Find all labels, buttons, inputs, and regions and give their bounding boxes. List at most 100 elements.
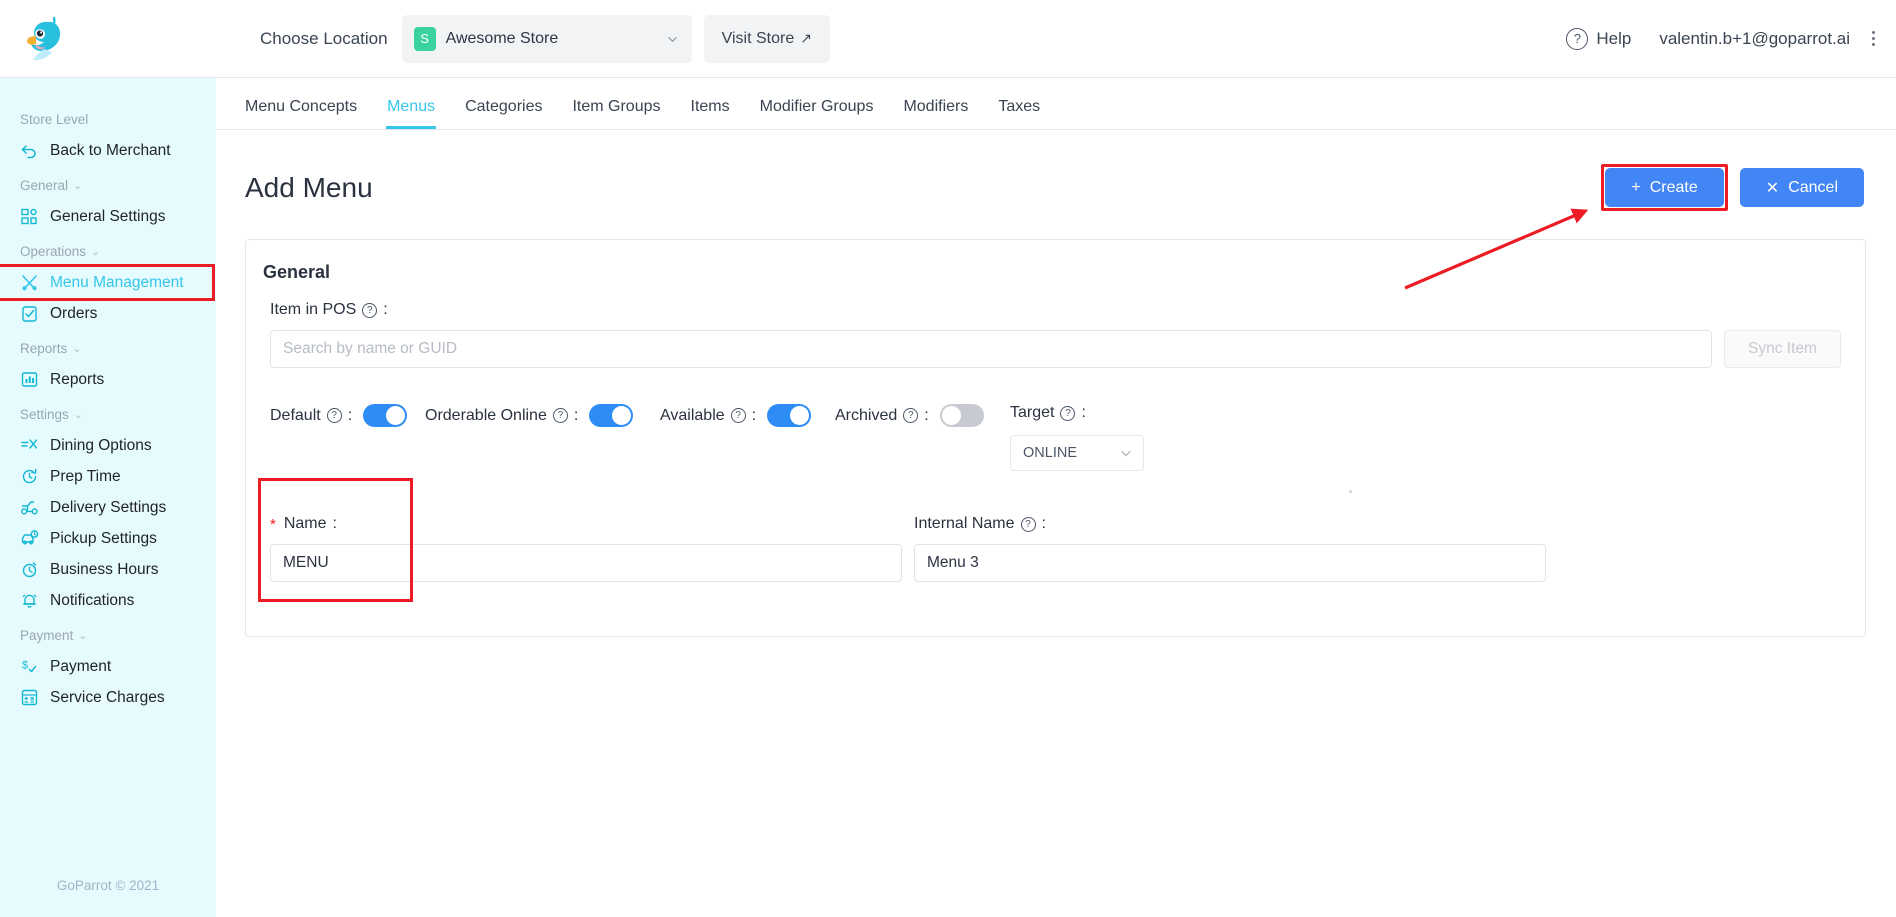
question-circle-icon[interactable]: ?: [903, 408, 919, 423]
sidebar-group-label: Store Level: [20, 112, 89, 127]
sidebar-group-reports[interactable]: Reports ⌄: [0, 341, 216, 356]
decorative-dot: [1349, 490, 1352, 493]
sidebar-item-business-hours[interactable]: Business Hours: [0, 554, 216, 585]
question-circle-icon[interactable]: ?: [1020, 516, 1036, 532]
label-colon: :: [573, 406, 579, 424]
sidebar-group-label: Payment: [20, 628, 74, 643]
name-label: Name: [283, 515, 327, 532]
name-label-group: * Name :: [270, 515, 902, 533]
tab-modifiers[interactable]: Modifiers: [888, 98, 983, 129]
grid-squares-icon: [20, 207, 39, 226]
app-root: Choose Location S Awesome Store Visit St…: [0, 0, 1896, 917]
scooter-icon: [20, 498, 39, 517]
sidebar-footer-copyright: GoParrot © 2021: [56, 878, 160, 893]
question-circle-icon[interactable]: ?: [730, 408, 746, 423]
parrot-logo-icon: [27, 16, 61, 60]
chevron-down-icon: ⌄: [78, 630, 88, 642]
internal-name-field-group: Internal Name ? :: [914, 515, 1546, 582]
clipboard-check-icon: [20, 304, 39, 323]
sidebar-item-label: Notifications: [50, 591, 135, 609]
chevron-down-icon: ⌄: [72, 343, 82, 355]
logo-area[interactable]: [0, 0, 260, 78]
tab-categories[interactable]: Categories: [450, 98, 557, 129]
sidebar-item-label: Prep Time: [50, 467, 121, 485]
required-asterisk-icon: *: [270, 515, 276, 533]
sidebar-item-label: Payment: [50, 657, 112, 675]
form-section-title: General: [263, 262, 331, 282]
back-arrow-icon: [20, 141, 39, 160]
sidebar-item-payment[interactable]: $ Payment: [0, 651, 216, 682]
question-circle-icon[interactable]: ?: [1060, 405, 1076, 421]
selected-store-name: Awesome Store: [445, 29, 559, 47]
chevron-down-icon: ⌄: [73, 180, 83, 192]
sidebar-item-dining-options[interactable]: Dining Options: [0, 430, 216, 461]
user-email[interactable]: valentin.b+1@goparrot.ai: [1659, 29, 1850, 49]
sidebar-item-pickup-settings[interactable]: Pickup Settings: [0, 523, 216, 554]
sidebar-item-label: Orders: [50, 304, 98, 322]
name-input[interactable]: [270, 544, 902, 582]
sidebar-item-label: Business Hours: [50, 560, 159, 578]
chevron-down-icon: ⌄: [73, 409, 83, 421]
question-circle-icon[interactable]: ?: [552, 408, 568, 423]
sidebar-group-payment[interactable]: Payment ⌄: [0, 628, 216, 643]
target-select[interactable]: ONLINE: [1010, 435, 1144, 471]
label-colon: :: [347, 406, 353, 424]
choose-location-label: Choose Location: [260, 28, 388, 48]
default-toggle[interactable]: [363, 404, 408, 427]
tab-menus[interactable]: Menus: [372, 98, 450, 129]
sidebar-item-delivery-settings[interactable]: Delivery Settings: [0, 492, 216, 523]
internal-name-input[interactable]: [914, 544, 1546, 582]
orderable-online-label: Orderable Online: [425, 406, 547, 424]
top-header: Choose Location S Awesome Store Visit St…: [0, 0, 1896, 78]
page-header: Add Menu + Create ✕ Cancel: [216, 130, 1896, 211]
item-in-pos-label-group: Item in POS ? :: [270, 301, 1841, 319]
pos-search-input[interactable]: [270, 330, 1712, 368]
create-button[interactable]: + Create: [1605, 168, 1724, 207]
tab-modifier-groups[interactable]: Modifier Groups: [745, 98, 889, 129]
sidebar-group-general[interactable]: General ⌄: [0, 178, 216, 193]
section-tabs: Menu Concepts Menus Categories Item Grou…: [216, 78, 1896, 130]
target-field-group: Target ? : ONLINE: [1010, 404, 1144, 471]
close-x-icon: ✕: [1765, 179, 1780, 197]
tab-items[interactable]: Items: [676, 98, 745, 129]
sidebar-group-settings[interactable]: Settings ⌄: [0, 407, 216, 422]
dining-options-icon: [20, 436, 39, 455]
bell-icon: [20, 591, 39, 610]
tab-item-groups[interactable]: Item Groups: [557, 98, 675, 129]
sidebar-group-label: General: [20, 178, 69, 193]
kebab-menu-icon[interactable]: [1864, 31, 1882, 46]
sidebar-item-prep-time[interactable]: Prep Time: [0, 461, 216, 492]
cancel-button[interactable]: ✕ Cancel: [1739, 168, 1864, 207]
visit-store-button[interactable]: Visit Store ↗: [703, 14, 830, 63]
help-button[interactable]: ? Help: [1566, 27, 1632, 50]
sidebar-item-back-to-merchant[interactable]: Back to Merchant: [0, 135, 216, 166]
calculator-icon: [20, 688, 39, 707]
sidebar-group-label: Settings: [20, 407, 69, 422]
sidebar-item-label: Back to Merchant: [50, 141, 171, 159]
sync-item-button[interactable]: Sync Item: [1724, 330, 1841, 368]
tab-menu-concepts[interactable]: Menu Concepts: [245, 98, 372, 129]
default-label-group: Default ? :: [270, 407, 352, 425]
sidebar-item-general-settings[interactable]: General Settings: [0, 201, 216, 232]
general-form-card: General Item in POS ? : Sync Item Defaul…: [245, 239, 1866, 637]
question-circle-icon[interactable]: ?: [326, 408, 342, 423]
tab-taxes[interactable]: Taxes: [983, 98, 1055, 129]
sidebar-group-operations[interactable]: Operations ⌄: [0, 244, 216, 259]
available-toggle[interactable]: [767, 404, 812, 427]
location-selector[interactable]: S Awesome Store: [401, 14, 692, 63]
archived-label-group: Archived ? :: [835, 407, 929, 425]
archived-toggle[interactable]: [939, 404, 984, 427]
sidebar-item-service-charges[interactable]: Service Charges: [0, 682, 216, 713]
sidebar-group-store-level: Store Level: [0, 112, 216, 127]
header-right-group: ? Help valentin.b+1@goparrot.ai: [1566, 27, 1896, 50]
question-circle-icon[interactable]: ?: [362, 302, 378, 318]
sidebar-item-notifications[interactable]: Notifications: [0, 585, 216, 616]
sidebar-item-orders[interactable]: Orders: [0, 298, 216, 329]
help-label: Help: [1596, 28, 1632, 48]
sidebar-item-reports[interactable]: Reports: [0, 364, 216, 395]
sidebar-item-menu-management[interactable]: Menu Management: [0, 264, 215, 301]
target-label-group: Target ? :: [1010, 404, 1144, 422]
orderable-online-toggle[interactable]: [589, 404, 634, 427]
dollar-check-icon: $: [20, 657, 39, 676]
label-colon: :: [924, 406, 929, 424]
